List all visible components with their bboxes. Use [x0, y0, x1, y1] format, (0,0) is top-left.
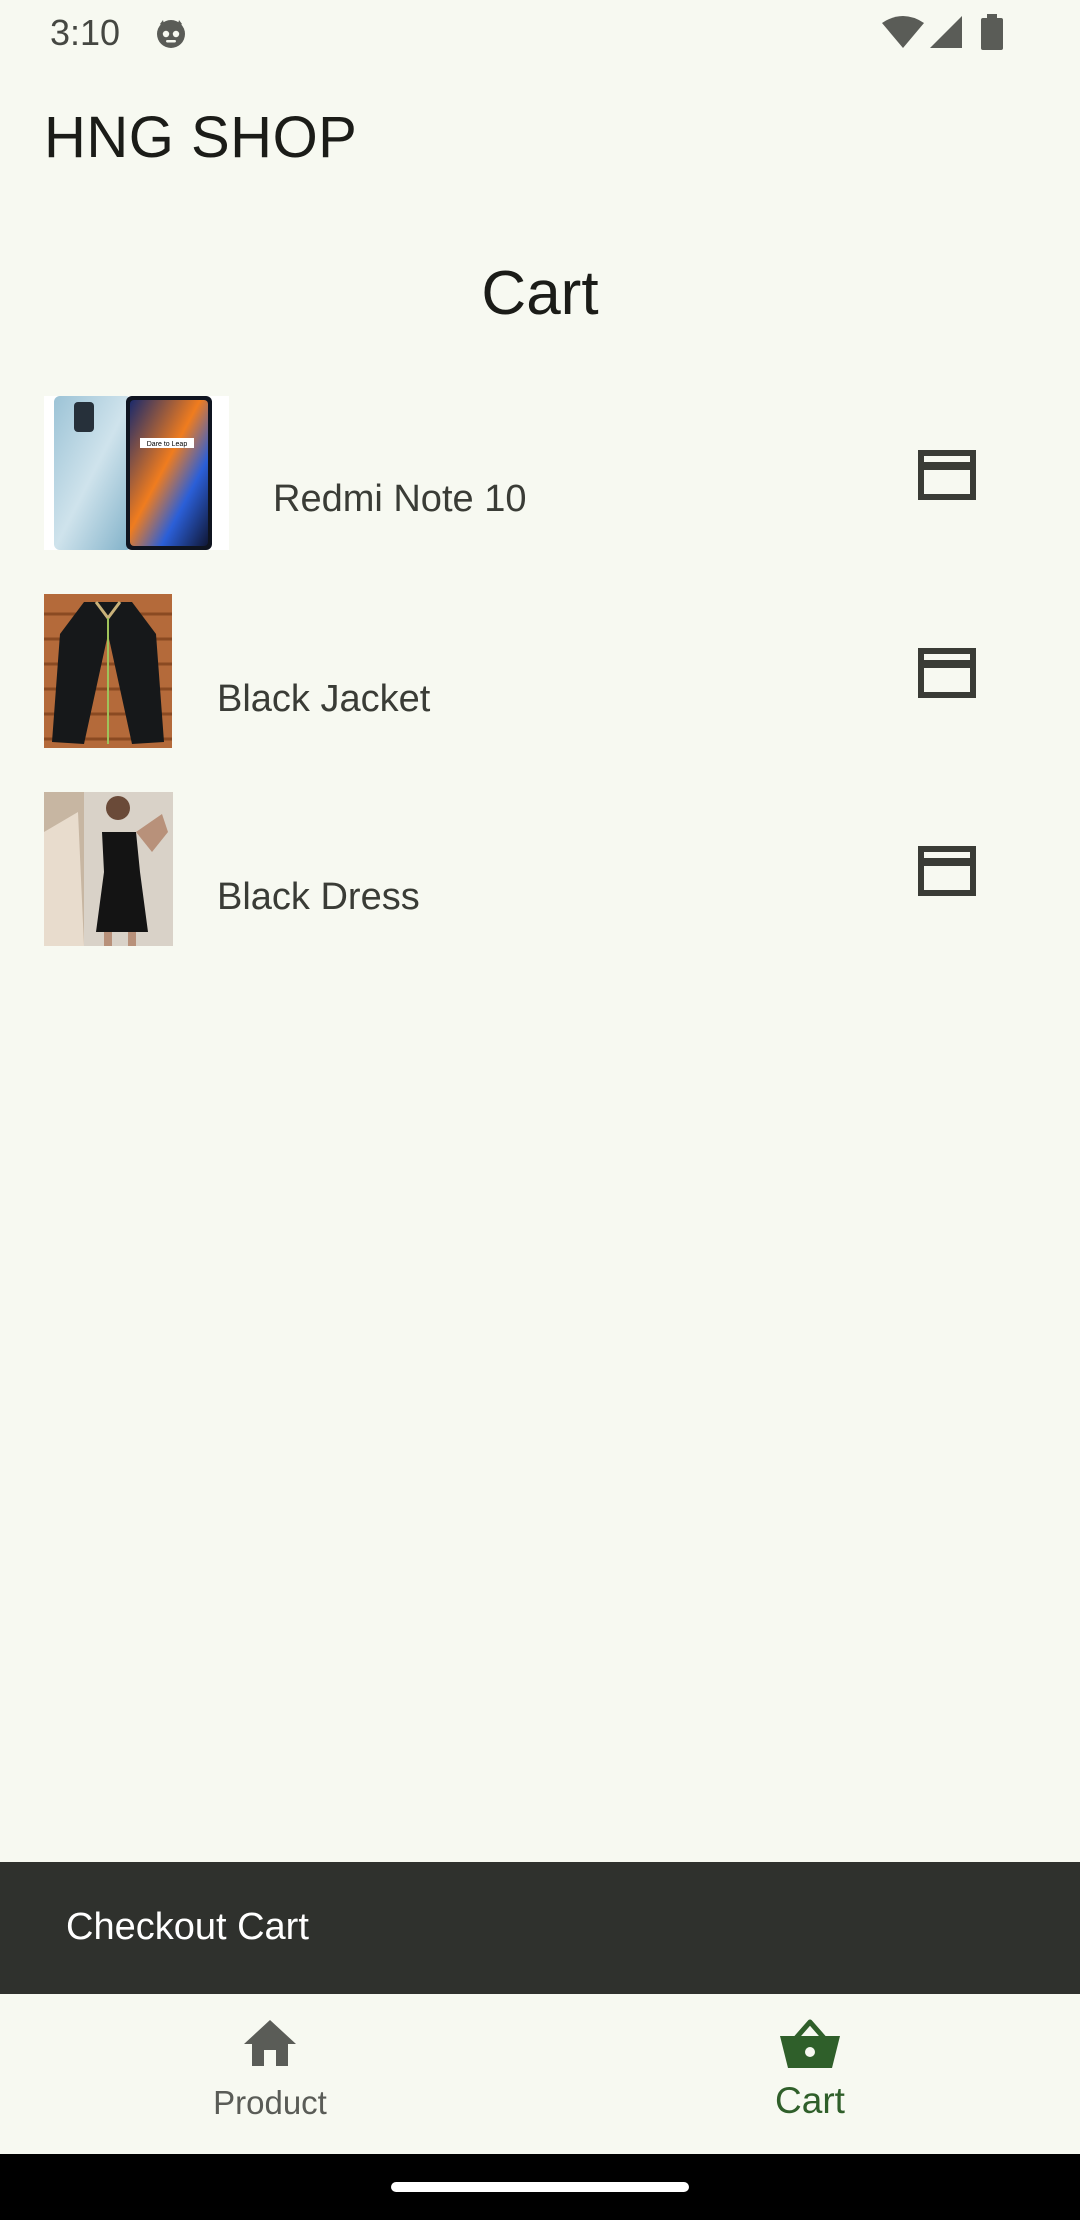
nav-label-cart: Cart	[775, 2080, 845, 2121]
page-title: Cart	[481, 259, 599, 328]
app-notification-icon	[157, 20, 185, 48]
dress-product-image	[44, 792, 173, 946]
system-gesture-bar	[0, 2154, 1080, 2220]
svg-text:Dare to Leap: Dare to Leap	[147, 441, 188, 448]
item-name: Black Dress	[217, 876, 420, 918]
nav-item-cart[interactable]: Cart	[540, 1994, 1080, 2154]
app-title: HNG SHOP	[44, 105, 358, 170]
cart-item[interactable]: Black Dress	[0, 792, 1080, 952]
battery-icon	[981, 14, 1003, 50]
cart-item[interactable]: Black Jacket	[0, 594, 1080, 754]
credit-card-icon[interactable]	[918, 450, 976, 500]
cart-item[interactable]: Dare to Leap Redmi Note 10	[0, 396, 1080, 556]
nav-label-product: Product	[213, 2084, 327, 2121]
shopping-basket-icon	[780, 2019, 840, 2068]
checkout-cart-button[interactable]: Checkout Cart	[0, 1862, 1080, 1994]
cell-signal-icon	[930, 16, 962, 48]
jacket-product-image	[44, 594, 172, 748]
item-name: Redmi Note 10	[273, 478, 527, 520]
home-gesture-handle[interactable]	[391, 2182, 689, 2192]
checkout-label: Checkout Cart	[66, 1906, 309, 1948]
item-name: Black Jacket	[217, 678, 431, 720]
credit-card-icon[interactable]	[918, 846, 976, 896]
status-bar: 3:10	[0, 0, 1080, 66]
nav-item-product[interactable]: Product	[0, 1994, 540, 2154]
cart-screen: 3:10 HNG SHOP Cart Dare to Leap Redmi No…	[0, 0, 1080, 2220]
bottom-navigation: Product Cart	[0, 1994, 1080, 2154]
status-time: 3:10	[50, 12, 121, 53]
credit-card-icon[interactable]	[918, 648, 976, 698]
phone-product-image: Dare to Leap	[44, 396, 229, 550]
wifi-icon	[882, 16, 924, 48]
home-icon	[244, 2020, 296, 2066]
